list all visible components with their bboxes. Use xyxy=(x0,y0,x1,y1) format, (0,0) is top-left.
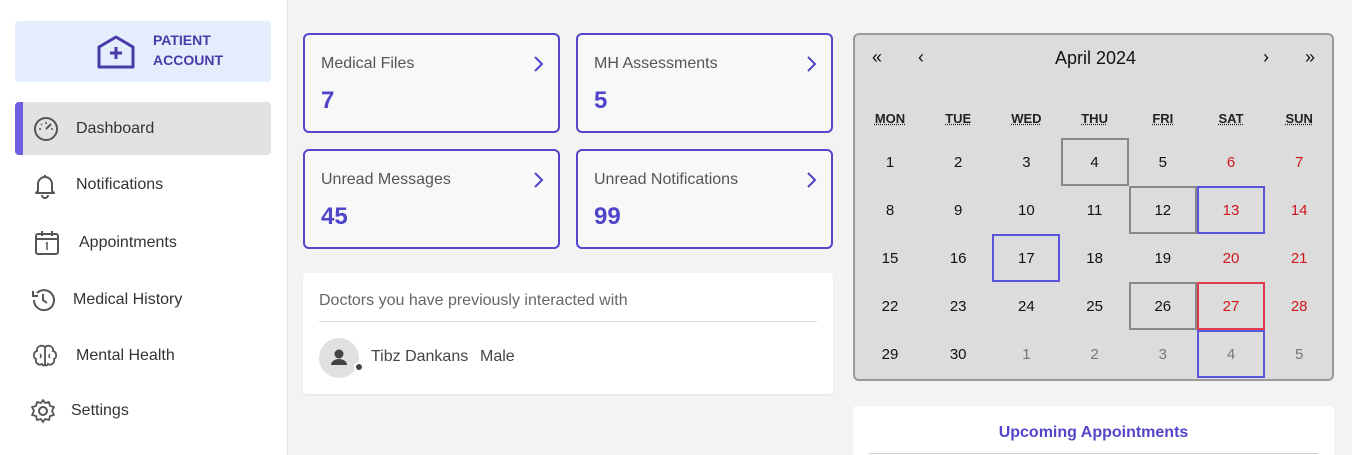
calendar-day[interactable]: 12 xyxy=(1128,186,1197,234)
doctor-name[interactable]: Tibz Dankans xyxy=(371,348,468,366)
calendar-day[interactable]: 1 xyxy=(856,138,924,186)
calendar-day[interactable]: 18 xyxy=(1061,234,1129,282)
calendar-day[interactable]: 4 xyxy=(1197,330,1265,378)
card-title: Medical Files xyxy=(321,55,415,72)
calendar-day[interactable]: 21 xyxy=(1265,234,1333,282)
calendar-icon xyxy=(35,231,59,255)
mh-assessments-card[interactable]: MH Assessments 5 xyxy=(576,33,833,133)
card-value: 45 xyxy=(321,203,348,230)
chevron-right-icon xyxy=(807,172,817,188)
weekday-header: SAT xyxy=(1218,111,1244,126)
calendar-day[interactable]: 25 xyxy=(1061,282,1129,330)
calendar-day[interactable]: 14 xyxy=(1265,186,1333,234)
doctor-gender: Male xyxy=(480,348,515,365)
sidebar-item-label: Mental Health xyxy=(76,346,175,364)
card-title: MH Assessments xyxy=(594,55,718,72)
weekday-header: SUN xyxy=(1285,111,1313,126)
upcoming-appointments-panel: Upcoming Appointments xyxy=(853,406,1334,455)
sidebar-item-medical-history[interactable]: Medical History xyxy=(15,273,271,326)
calendar-day[interactable]: 27 xyxy=(1197,282,1265,330)
sidebar-item-notifications[interactable]: Notifications xyxy=(15,158,271,211)
sidebar: PATIENT ACCOUNT Dashboard Notifications … xyxy=(0,0,288,455)
unread-notifications-card[interactable]: Unread Notifications 99 xyxy=(576,149,833,249)
calendar-day[interactable]: 6 xyxy=(1197,138,1265,186)
next-month-button[interactable]: › xyxy=(1251,47,1281,68)
gear-icon xyxy=(31,399,55,423)
card-title: Unread Notifications xyxy=(594,171,739,188)
calendar-day[interactable]: 9 xyxy=(924,186,992,234)
sidebar-item-label: Dashboard xyxy=(76,119,155,137)
calendar: « ‹ April 2024 › » MON TUE WED THU FRI SAT SUN… xyxy=(853,33,1334,381)
calendar-day[interactable]: 2 xyxy=(1061,330,1129,378)
calendar-day[interactable]: 26 xyxy=(1128,282,1197,330)
calendar-day[interactable]: 16 xyxy=(924,234,992,282)
sidebar-item-dashboard[interactable]: Dashboard xyxy=(15,102,271,155)
divider xyxy=(319,321,817,322)
calendar-day[interactable]: 7 xyxy=(1265,138,1333,186)
calendar-day[interactable]: 23 xyxy=(924,282,992,330)
calendar-day[interactable]: 10 xyxy=(992,186,1060,234)
calendar-day[interactable]: 8 xyxy=(856,186,924,234)
next-year-button[interactable]: » xyxy=(1295,47,1325,68)
chevron-right-icon xyxy=(534,56,544,72)
calendar-day[interactable]: 30 xyxy=(924,330,992,378)
calendar-day[interactable]: 22 xyxy=(856,282,924,330)
weekday-header: FRI xyxy=(1152,111,1174,126)
chevron-right-icon xyxy=(534,172,544,188)
calendar-day[interactable]: 3 xyxy=(992,138,1060,186)
sidebar-item-label: Medical History xyxy=(73,290,183,308)
sidebar-item-label: Appointments xyxy=(79,233,177,251)
patient-account-button[interactable]: PATIENT ACCOUNT xyxy=(15,21,271,82)
card-value: 99 xyxy=(594,203,621,230)
sidebar-item-settings[interactable]: Settings xyxy=(15,384,271,437)
sidebar-item-label: Notifications xyxy=(76,175,164,193)
avatar[interactable] xyxy=(319,338,359,378)
panel-heading: Doctors you have previously interacted w… xyxy=(319,292,628,309)
sidebar-item-mental-health[interactable]: Mental Health xyxy=(15,329,271,382)
gauge-icon xyxy=(34,117,58,141)
account-label: PATIENT ACCOUNT xyxy=(153,32,223,68)
sidebar-item-appointments[interactable]: Appointments xyxy=(15,216,271,269)
brain-icon xyxy=(32,344,58,367)
calendar-day[interactable]: 20 xyxy=(1197,234,1265,282)
calendar-day[interactable]: 19 xyxy=(1129,234,1197,282)
calendar-day[interactable]: 17 xyxy=(992,234,1061,282)
calendar-day[interactable]: 13 xyxy=(1197,186,1265,234)
calendar-day[interactable]: 29 xyxy=(856,330,924,378)
weekday-header: TUE xyxy=(945,111,972,126)
calendar-day[interactable]: 2 xyxy=(924,138,992,186)
weekday-header: MON xyxy=(874,111,906,126)
calendar-day[interactable]: 24 xyxy=(992,282,1060,330)
chevron-right-icon xyxy=(807,56,817,72)
calendar-day[interactable]: 15 xyxy=(856,234,924,282)
card-value: 5 xyxy=(594,87,608,114)
calendar-day[interactable]: 3 xyxy=(1129,330,1197,378)
user-icon xyxy=(331,349,347,365)
panel-heading: Upcoming Appointments xyxy=(998,424,1189,441)
calendar-day[interactable]: 4 xyxy=(1060,138,1129,186)
calendar-day[interactable]: 1 xyxy=(992,330,1060,378)
card-value: 7 xyxy=(321,87,335,114)
divider xyxy=(869,453,1318,454)
weekday-header: THU xyxy=(1081,111,1108,126)
calendar-day[interactable]: 11 xyxy=(1061,186,1129,234)
weekday-header: WED xyxy=(1011,111,1042,126)
bell-icon xyxy=(35,175,55,199)
calendar-day[interactable]: 5 xyxy=(1265,330,1333,378)
calendar-day[interactable]: 5 xyxy=(1129,138,1197,186)
history-icon xyxy=(32,289,55,312)
unread-messages-card[interactable]: Unread Messages 45 xyxy=(303,149,560,249)
status-dot xyxy=(354,362,364,372)
medical-files-card[interactable]: Medical Files 7 xyxy=(303,33,560,133)
calendar-day[interactable]: 28 xyxy=(1265,282,1333,330)
sidebar-item-label: Settings xyxy=(71,401,129,419)
previous-doctors-panel: Doctors you have previously interacted w… xyxy=(303,273,833,394)
hospital-plus-icon xyxy=(97,35,135,69)
card-title: Unread Messages xyxy=(321,171,451,188)
